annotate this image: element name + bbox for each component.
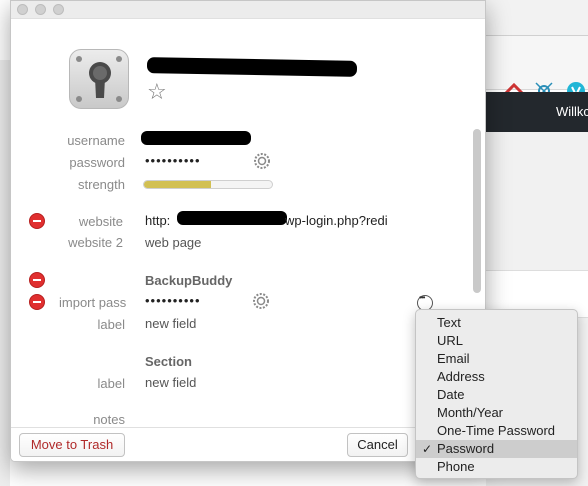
remove-section-button[interactable] xyxy=(29,272,45,288)
background-left-strip xyxy=(0,60,10,486)
password-value[interactable]: •••••••••• xyxy=(145,153,201,168)
menu-item-label: URL xyxy=(437,333,464,348)
menu-item-label: Email xyxy=(437,351,470,366)
menu-item-text[interactable]: Text xyxy=(416,314,577,332)
menu-item-label: Address xyxy=(437,369,485,384)
section-title-section[interactable]: Section xyxy=(145,354,192,369)
icon-dot xyxy=(76,96,82,102)
password-label: password xyxy=(69,155,125,170)
cancel-button[interactable]: Cancel xyxy=(347,433,408,457)
item-title-redacted[interactable] xyxy=(146,57,358,77)
section-title-backupbuddy[interactable]: BackupBuddy xyxy=(145,273,232,288)
password-generator-icon[interactable] xyxy=(253,152,271,170)
new-field-label[interactable]: label xyxy=(25,317,125,332)
admin-navbar: Willkc xyxy=(486,92,588,132)
window-minimize-button[interactable] xyxy=(35,4,46,15)
website-label: website xyxy=(78,214,123,229)
favorite-star-icon[interactable]: ☆ xyxy=(147,81,167,103)
section-new-field-label[interactable]: label xyxy=(25,376,125,391)
browser-toolbar: 2 xyxy=(486,36,588,101)
window-zoom-button[interactable] xyxy=(53,4,64,15)
import-pass-value[interactable]: •••••••••• xyxy=(145,293,201,308)
menu-item-password[interactable]: ✓ Password xyxy=(416,440,577,458)
website-2-label: website 2 xyxy=(68,235,123,250)
icon-dot xyxy=(116,96,122,102)
import-pass-generator-icon[interactable] xyxy=(252,292,270,310)
website-2-value[interactable]: web page xyxy=(145,235,201,250)
window-close-button[interactable] xyxy=(17,4,28,15)
browser-tab-bar xyxy=(486,0,588,36)
login-item-keyhole-icon[interactable] xyxy=(69,49,129,109)
field-type-menu: Text URL Email Address Date Month/Year One-Tim… xyxy=(415,309,578,479)
menu-item-month-year[interactable]: Month/Year xyxy=(416,404,577,422)
menu-item-label: Phone xyxy=(437,459,475,474)
username-label: username xyxy=(67,133,125,148)
menu-item-label: Text xyxy=(437,315,461,330)
section-new-field-value[interactable]: new field xyxy=(145,375,196,390)
icon-dot xyxy=(116,56,122,62)
move-to-trash-button[interactable]: Move to Trash xyxy=(19,433,125,457)
password-strength-fill xyxy=(144,181,211,188)
menu-item-date[interactable]: Date xyxy=(416,386,577,404)
menu-item-label: One-Time Password xyxy=(437,423,555,438)
window-footer: Move to Trash Cancel xyxy=(11,427,485,461)
menu-item-email[interactable]: Email xyxy=(416,350,577,368)
menu-item-phone[interactable]: Phone xyxy=(416,458,577,476)
menu-item-label: Password xyxy=(437,441,495,456)
notes-label: notes xyxy=(93,412,125,427)
menu-item-one-time-password[interactable]: One-Time Password xyxy=(416,422,577,440)
admin-navbar-greeting[interactable]: Willkc xyxy=(556,104,588,119)
password-strength-meter xyxy=(143,180,273,189)
new-field-value[interactable]: new field xyxy=(145,316,196,331)
website-url-redacted xyxy=(177,211,287,225)
window-titlebar xyxy=(11,1,485,19)
strength-label: strength xyxy=(78,177,125,192)
scrollbar-thumb[interactable] xyxy=(473,129,481,293)
menu-item-label: Month/Year xyxy=(437,405,504,420)
website-url-prefix[interactable]: http: xyxy=(145,213,170,228)
checkmark-icon: ✓ xyxy=(422,442,433,456)
import-pass-label[interactable]: import pass xyxy=(25,295,127,310)
menu-item-url[interactable]: URL xyxy=(416,332,577,350)
menu-item-address[interactable]: Address xyxy=(416,368,577,386)
keyhole-shape xyxy=(89,62,111,98)
menu-item-label: Date xyxy=(437,387,465,402)
username-value-redacted[interactable] xyxy=(141,131,251,145)
website-url-suffix[interactable]: wp-login.php?redi xyxy=(285,213,388,228)
icon-dot xyxy=(76,56,82,62)
